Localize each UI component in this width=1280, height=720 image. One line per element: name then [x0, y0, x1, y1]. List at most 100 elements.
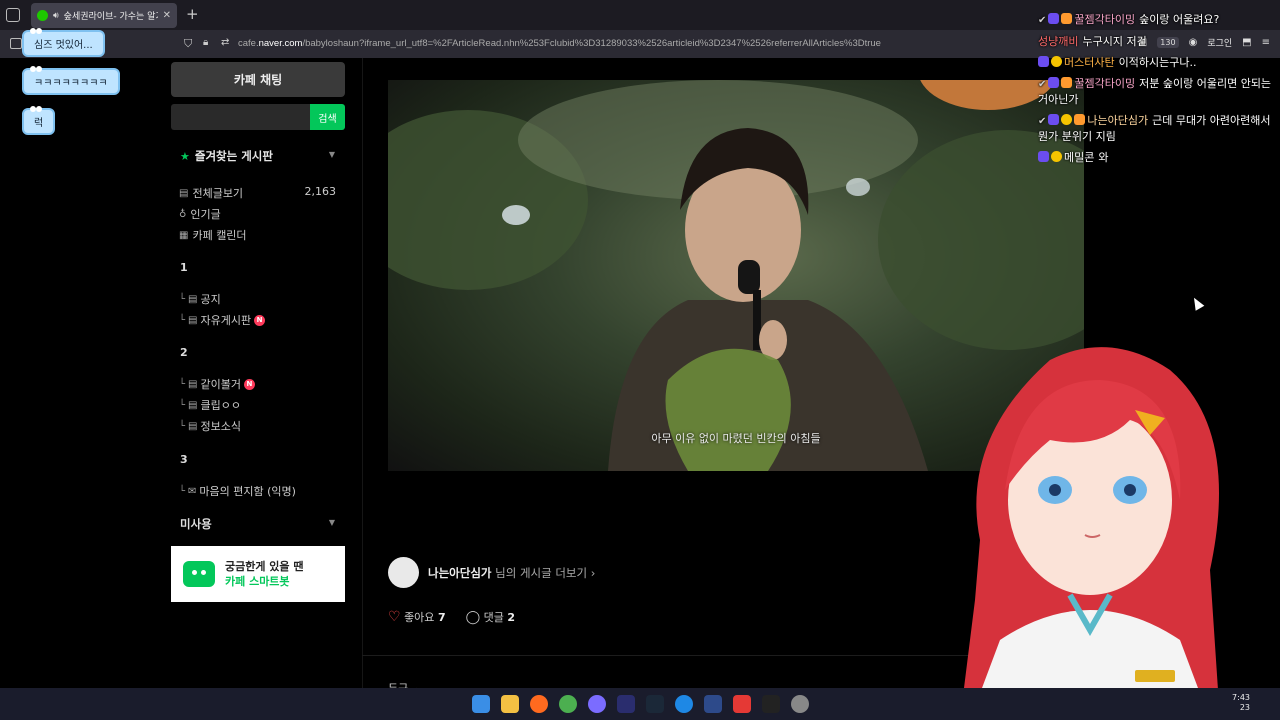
url-domain: naver.com [258, 38, 303, 49]
tab-list-icon[interactable] [6, 8, 20, 22]
permissions-icon[interactable]: ⇄ [221, 37, 229, 48]
board-icon: ▤ [188, 378, 198, 390]
smartbot-line1: 궁금한게 있을 땐 [225, 560, 304, 573]
check-icon: ✔ [1038, 116, 1047, 127]
heart-badge-icon [1048, 13, 1060, 24]
author-more-posts[interactable]: 나는아단심가 님의 게시글 더보기 › [388, 557, 595, 588]
unused-header[interactable]: 미사용 [180, 516, 212, 532]
board-label: 클립ㅇㅇ [200, 399, 241, 412]
board-clips[interactable]: └ ▤ 클립ㅇㅇ [179, 397, 241, 413]
check-icon: ✔ [1038, 15, 1047, 26]
chat-message: ✔ 꿀젬각타이밍 저분 숲이랑 어울리면 안되는거아닌가 [1038, 76, 1274, 107]
chat-nick: 꿀젬각타이밍 [1074, 13, 1136, 26]
new-tab-icon[interactable]: + [186, 5, 199, 23]
speaker-icon[interactable]: 🔊︎ [53, 11, 59, 21]
lock-icon[interactable]: 🔒︎ [203, 37, 208, 48]
favorites-header[interactable]: ★ 즐겨찾는 게시판 [180, 148, 273, 164]
comment-button[interactable]: ◯ 댓글 2 [466, 609, 515, 625]
shield-icon[interactable]: ⛉ [184, 37, 192, 51]
board-label: 공지 [200, 293, 221, 306]
branch-icon: └ [179, 293, 186, 305]
discord-icon[interactable] [587, 695, 606, 713]
board-letters[interactable]: └ ✉ 마음의 편지함 (익명) [179, 483, 296, 499]
search-button[interactable]: 검색 [310, 104, 345, 130]
chat-nick: 나는아단심가 [1087, 114, 1149, 127]
bubble-text: ㅋㅋㅋㅋㅋㅋㅋㅋ [34, 78, 108, 89]
media-player-icon[interactable] [674, 695, 693, 713]
heart-badge-icon [1048, 114, 1060, 125]
branch-icon: └ [179, 314, 186, 326]
board-notice[interactable]: └ ▤ 공지 [179, 291, 221, 307]
tier-badge-icon [1061, 13, 1073, 24]
video-editor-icon[interactable] [732, 695, 751, 713]
windows-taskbar [0, 688, 1280, 720]
board-icon: ▤ [188, 420, 198, 432]
like-label: 좋아요 [404, 611, 435, 624]
like-button[interactable]: ♡ 좋아요 7 [388, 609, 446, 625]
settings-gear-icon[interactable] [790, 695, 809, 713]
branch-icon: └ [179, 378, 186, 390]
heart-badge-icon [1038, 56, 1049, 67]
file-explorer-icon[interactable] [500, 695, 519, 713]
url-prefix: cafe. [238, 38, 259, 49]
smartbot-banner[interactable]: 궁금한게 있을 땐 카페 스마트봇 [171, 546, 345, 602]
bubble-text: 심즈 멋있어... [34, 40, 93, 51]
cafe-search-input[interactable] [171, 104, 310, 130]
chat-text: 숲이랑 어울려요? [1139, 13, 1220, 26]
bell-badge-icon [1051, 56, 1062, 67]
stream-chat-overlay: ✔ 꿀젬각타이밍 숲이랑 어울려요? 성냥깨비 누구시지 저건 머스터사탄 이적하시는구… [1038, 12, 1274, 171]
cafe-chat-button[interactable]: 카페 채팅 [171, 62, 345, 97]
browser-tab-active[interactable]: 🔊︎ 숲세권라이브- 가수는 알기 ✕ [31, 3, 177, 28]
chat-text: 근데 무대가 아련아련해서 뭔가 분위기 지림 [1038, 114, 1271, 143]
address-bar[interactable]: cafe.naver.com/babyloshaun?iframe_url_ut… [238, 38, 881, 49]
caret-down-icon[interactable]: ▼ [329, 150, 335, 159]
tier-badge-icon [1074, 114, 1086, 125]
clock-time: 7:43 [1232, 693, 1250, 702]
board-free[interactable]: └ ▤ 자유게시판 N [179, 312, 266, 328]
chat-text: 누구시지 저건 [1082, 35, 1147, 48]
bubble-dots-icon [30, 106, 36, 112]
firefox-icon[interactable] [529, 695, 548, 713]
menu-calendar[interactable]: ▦ 카페 캘린더 [179, 227, 247, 243]
board-watch-together[interactable]: └ ▤ 같이볼거 N [179, 376, 255, 392]
chat-nick: 머스터사탄 [1064, 56, 1115, 69]
comment-count: 2 [507, 611, 516, 624]
windows-start-icon[interactable] [471, 695, 490, 713]
menu-all-posts[interactable]: ▤ 전체글보기 [179, 185, 243, 201]
heart-badge-icon [1038, 151, 1049, 162]
board-news[interactable]: └ ▤ 정보소식 [179, 418, 241, 434]
steam-icon[interactable] [645, 695, 664, 713]
comment-label: 댓글 [483, 611, 504, 624]
smartbot-text: 궁금한게 있을 땐 카페 스마트봇 [225, 559, 304, 589]
sidebar-toggle-icon[interactable] [10, 38, 22, 49]
list-icon: ▤ [179, 187, 189, 199]
caret-down-icon[interactable]: ▼ [329, 518, 335, 527]
all-posts-count: 2,163 [304, 185, 337, 198]
branch-icon: └ [179, 399, 186, 411]
tier-badge-icon [1061, 77, 1073, 88]
group-number: 2 [180, 346, 188, 359]
smartbot-line2: 카페 스마트봇 [225, 575, 290, 588]
chat-bubble: ㅋㅋㅋㅋㅋㅋㅋㅋ [22, 66, 120, 95]
favorites-title: 즐겨찾는 게시판 [194, 149, 273, 163]
board-label: 마음의 편지함 (익명) [199, 485, 296, 498]
bell-badge-icon [1051, 151, 1062, 162]
heart-badge-icon [1048, 77, 1060, 88]
board-label: 같이볼거 [200, 378, 241, 391]
bubble-dots-icon [30, 66, 36, 72]
close-tab-icon[interactable]: ✕ [163, 10, 171, 21]
terminal-icon[interactable] [761, 695, 780, 713]
chrome-icon[interactable] [558, 695, 577, 713]
chat-message: ✔ 꿀젬각타이밍 숲이랑 어울려요? [1038, 12, 1274, 28]
new-badge: N [243, 378, 255, 390]
app-icon[interactable] [703, 695, 722, 713]
menu-popular[interactable]: ♁ 인기글 [179, 206, 221, 222]
branch-icon: └ [179, 485, 186, 497]
bubble-dots-icon [30, 28, 36, 34]
author-text: 나는아단심가 님의 게시글 더보기 › [428, 565, 595, 581]
menu-label: 전체글보기 [192, 187, 244, 200]
vtuber-avatar-illustration [960, 347, 1220, 720]
vscode-icon[interactable] [616, 695, 635, 713]
group-number: 3 [180, 453, 188, 466]
system-clock[interactable]: 7:43 23 [1232, 693, 1250, 713]
